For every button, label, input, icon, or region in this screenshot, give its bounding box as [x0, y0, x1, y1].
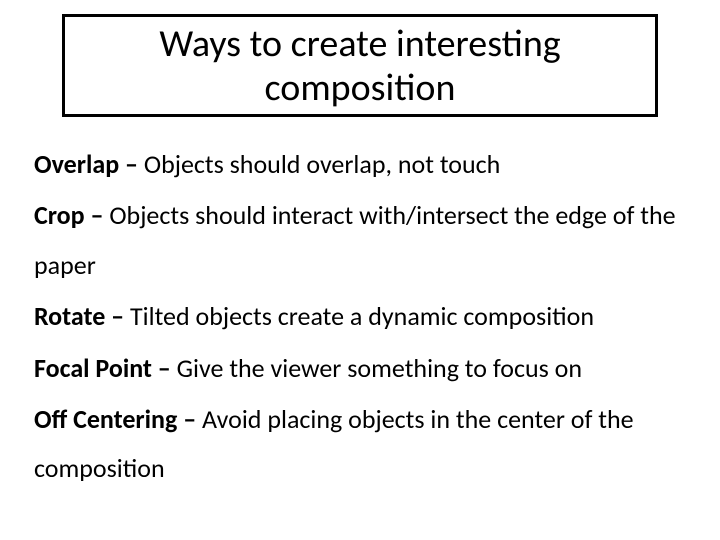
title-box: Ways to create interesting composition: [62, 14, 658, 117]
body-text: Overlap – Objects should overlap, not to…: [34, 140, 686, 496]
definition: Objects should overlap, not touch: [144, 148, 500, 180]
term: Off Centering –: [34, 403, 202, 435]
list-item: Off Centering – Avoid placing objects in…: [34, 395, 686, 494]
definition: Tilted objects create a dynamic composit…: [130, 300, 594, 332]
list-item: Focal Point – Give the viewer something …: [34, 344, 686, 393]
term: Focal Point –: [34, 352, 177, 384]
slide: Ways to create interesting composition O…: [0, 0, 720, 540]
list-item: Rotate – Tilted objects create a dynamic…: [34, 292, 686, 341]
term: Crop –: [34, 199, 109, 231]
definition: Give the viewer something to focus on: [177, 352, 582, 384]
slide-title: Ways to create interesting composition: [159, 21, 560, 111]
list-item: Crop – Objects should interact with/inte…: [34, 191, 686, 290]
term: Rotate –: [34, 300, 130, 332]
list-item: Overlap – Objects should overlap, not to…: [34, 140, 686, 189]
term: Overlap –: [34, 148, 144, 180]
definition: Objects should interact with/intersect t…: [34, 199, 676, 280]
